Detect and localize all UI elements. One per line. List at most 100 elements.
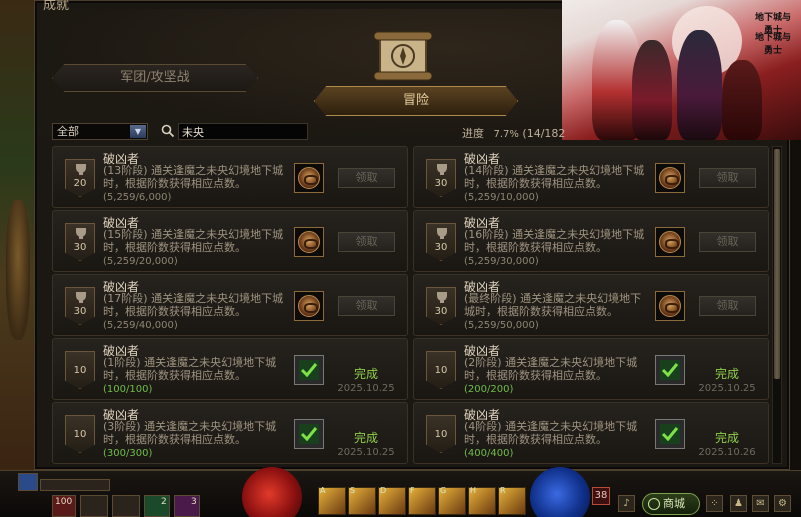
reward-emblem-icon[interactable] bbox=[294, 163, 324, 193]
search-input[interactable] bbox=[178, 123, 308, 140]
emblem-gem bbox=[659, 295, 681, 317]
trophy-icon bbox=[76, 164, 86, 175]
item-slot[interactable]: 2 bbox=[144, 495, 170, 517]
trophy-badge: 20 bbox=[65, 159, 95, 197]
progress-label: 进度 bbox=[462, 127, 484, 140]
achievement-count: (5,259/10,000) bbox=[464, 192, 539, 203]
scrollbar-thumb[interactable] bbox=[774, 149, 780, 379]
achievement-card: 30 破凶者 (17阶段) 通关逢魔之未央幻境地下城时，根据阶数获得相应点数。 (5,… bbox=[52, 274, 408, 336]
achievement-points: 10 bbox=[73, 429, 87, 440]
trophy-icon bbox=[437, 292, 447, 303]
promo-banner[interactable]: 地下城与勇士 地下城与勇士 bbox=[562, 0, 801, 140]
emblem-gem bbox=[298, 231, 320, 253]
achievement-count: (5,259/50,000) bbox=[464, 320, 539, 331]
reward-emblem-icon[interactable] bbox=[655, 163, 685, 193]
complete-date: 2025.10.25 bbox=[337, 383, 395, 394]
skill-slot[interactable]: D bbox=[378, 486, 406, 515]
skill-slot[interactable]: A bbox=[318, 486, 346, 515]
skill-slot[interactable]: S bbox=[348, 486, 376, 515]
reward-emblem-icon[interactable] bbox=[655, 291, 685, 321]
reward-complete-icon bbox=[294, 355, 324, 385]
item-slot[interactable] bbox=[112, 495, 140, 517]
game-logo: 地下城与勇士 bbox=[754, 13, 791, 36]
skill-key: F bbox=[410, 486, 415, 495]
banner-figure bbox=[632, 40, 672, 140]
achievement-desc: (最终阶段) 通关逢魔之未央幻境地下城时，根据阶数获得相应点数。 bbox=[464, 292, 642, 318]
trophy-icon bbox=[437, 164, 447, 175]
checkmark-icon bbox=[660, 360, 680, 380]
reward-complete-icon bbox=[294, 419, 324, 449]
achievement-card: 30 破凶者 (14阶段) 通关逢魔之未央幻境地下城时，根据阶数获得相应点数。 (5,… bbox=[413, 146, 769, 208]
reward-complete-icon bbox=[655, 419, 685, 449]
reward-emblem-icon[interactable] bbox=[655, 227, 685, 257]
hp-potion-slot[interactable]: 100 bbox=[52, 495, 76, 517]
skill-key: H bbox=[470, 486, 477, 495]
trophy-badge: 10 bbox=[65, 415, 95, 453]
achievement-card: 10 破凶者 (2阶段) 通关逢魔之未央幻境地下城时，根据阶数获得相应点数。 (200… bbox=[413, 338, 769, 400]
claim-button[interactable]: 领取 bbox=[338, 296, 395, 316]
list-scrollbar[interactable] bbox=[772, 146, 782, 464]
achievement-desc: (1阶段) 通关逢魔之未央幻境地下城时，根据阶数获得相应点数。 bbox=[103, 356, 277, 382]
shop-icon bbox=[648, 498, 660, 510]
achievement-points: 30 bbox=[73, 306, 87, 317]
achievement-points: 30 bbox=[434, 306, 448, 317]
progress-percent: 7.7% bbox=[493, 129, 519, 140]
shop-label: 商城 bbox=[663, 497, 685, 510]
tab-adventure[interactable]: 冒险 bbox=[314, 86, 518, 116]
level-badge[interactable]: 38 bbox=[592, 487, 610, 505]
achievement-desc: (15阶段) 通关逢魔之未央幻境地下城时，根据阶数获得相应点数。 bbox=[103, 228, 284, 254]
game-logo: 地下城与勇士 bbox=[754, 33, 791, 56]
skill-key: A bbox=[320, 486, 326, 495]
achievement-count: (5,259/30,000) bbox=[464, 256, 539, 267]
tab-legion[interactable]: 军团/攻坚战 bbox=[52, 64, 258, 92]
character-icon[interactable]: ♟ bbox=[730, 495, 747, 512]
bell-icon[interactable]: ♪ bbox=[618, 495, 635, 512]
skill-key: R bbox=[500, 486, 506, 495]
complete-label: 完成 bbox=[353, 431, 378, 445]
achievement-count: (100/100) bbox=[103, 384, 153, 395]
complete-date: 2025.10.25 bbox=[698, 383, 756, 394]
emblem-gem bbox=[298, 295, 320, 317]
progress-readout: 进度 7.7% (14/182 bbox=[462, 125, 565, 141]
menu-icon[interactable] bbox=[18, 473, 38, 491]
reward-emblem-icon[interactable] bbox=[294, 227, 324, 257]
trophy-badge: 30 bbox=[426, 159, 456, 197]
achievement-card: 30 破凶者 (最终阶段) 通关逢魔之未央幻境地下城时，根据阶数获得相应点数。 (5,… bbox=[413, 274, 769, 336]
reward-emblem-icon[interactable] bbox=[294, 291, 324, 321]
skill-slot[interactable]: F bbox=[408, 486, 436, 515]
claim-button[interactable]: 领取 bbox=[338, 232, 395, 252]
achievement-points: 30 bbox=[434, 178, 448, 189]
claim-button[interactable]: 领取 bbox=[699, 168, 756, 188]
skill-slot[interactable]: H bbox=[468, 486, 496, 515]
hp-orb bbox=[242, 467, 302, 517]
trophy-badge: 10 bbox=[426, 351, 456, 389]
item-count: 2 bbox=[161, 497, 167, 507]
claim-button[interactable]: 领取 bbox=[338, 168, 395, 188]
achievement-points: 10 bbox=[73, 365, 87, 376]
item-slot[interactable]: 3 bbox=[174, 495, 200, 517]
item-slot[interactable] bbox=[80, 495, 108, 517]
checkmark-icon bbox=[299, 360, 319, 380]
grid-menu-icon[interactable]: ⁘ bbox=[706, 495, 723, 512]
trophy-icon bbox=[76, 292, 86, 303]
reward-complete-icon bbox=[655, 355, 685, 385]
achievement-points: 10 bbox=[434, 365, 448, 376]
achievement-desc: (2阶段) 通关逢魔之未央幻境地下城时，根据阶数获得相应点数。 bbox=[464, 356, 638, 382]
trophy-icon bbox=[437, 228, 447, 239]
complete-label: 完成 bbox=[714, 367, 739, 381]
chevron-down-icon[interactable]: ▼ bbox=[130, 125, 146, 138]
skill-slot[interactable]: R bbox=[498, 486, 526, 515]
hp-potion-count: 100 bbox=[55, 497, 73, 507]
banner-figure bbox=[722, 60, 762, 140]
complete-date: 2025.10.26 bbox=[698, 447, 756, 458]
claim-button[interactable]: 领取 bbox=[699, 232, 756, 252]
skill-slot[interactable]: G bbox=[438, 486, 466, 515]
category-select[interactable]: 全部 ▼ bbox=[52, 123, 148, 140]
shop-button[interactable]: 商城 bbox=[642, 493, 700, 515]
skill-key: G bbox=[440, 486, 447, 495]
settings-icon[interactable]: ⚙ bbox=[774, 495, 791, 512]
mail-icon[interactable]: ✉ bbox=[752, 495, 769, 512]
claim-button[interactable]: 领取 bbox=[699, 296, 756, 316]
quick-bar[interactable] bbox=[40, 479, 110, 491]
scroll-emblem-icon bbox=[373, 31, 433, 81]
